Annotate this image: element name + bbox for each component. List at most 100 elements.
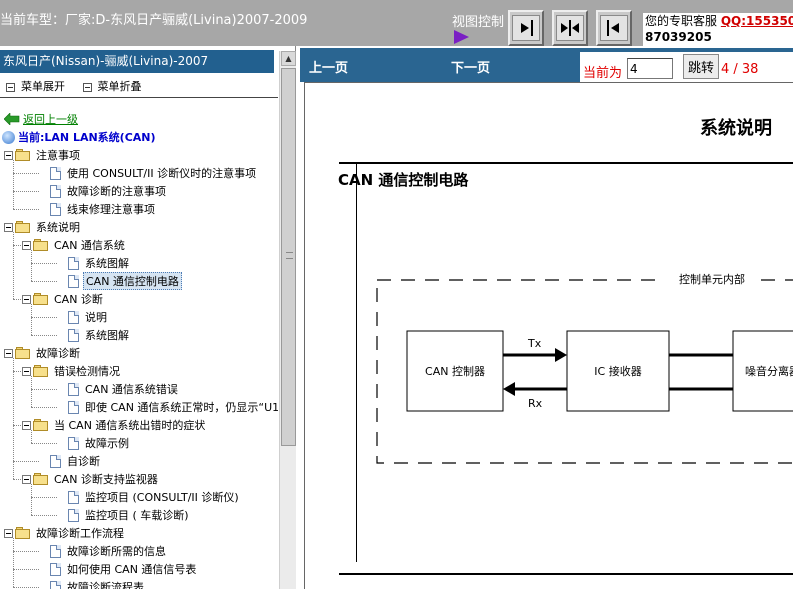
folder-icon [15,527,31,539]
tree-guide [13,358,14,479]
tree-folder[interactable]: 错误检测情况 [22,362,122,380]
tree-connector [13,245,21,246]
tree-folder[interactable]: CAN 通信系统 [22,236,127,254]
tree-connector [13,587,39,588]
current-node-label: 当前:LAN LAN系统(CAN) [18,131,156,144]
page-number-input[interactable] [627,58,673,79]
collapse-toggle-icon[interactable] [22,366,31,376]
app-window: 当前车型：厂家:D-东风日产骊威(Livina)2007-2009 视图控制 您… [0,0,793,589]
tree-item[interactable]: CAN 通信系统错误 [40,380,180,398]
tree-item-label: 线束修理注意事项 [67,203,155,216]
tree-item[interactable]: 即使 CAN 通信系统正常时，仍显示“U10 [40,398,278,416]
tree-connector [13,371,21,372]
tree-item-label: 故障诊断的注意事项 [67,185,166,198]
folder-icon [33,239,49,251]
tree-connector [31,407,57,408]
prev-page-link[interactable]: 上一页 [309,57,348,76]
jump-button[interactable]: 跳转 [683,54,719,79]
tree-connector [31,281,57,282]
tree-folder[interactable]: 故障诊断 [4,344,82,362]
tree-guide [13,232,14,299]
document-icon [68,274,79,288]
document-icon [68,328,79,342]
tree-folder[interactable]: CAN 诊断支持监视器 [22,470,160,488]
menu-collapse-label: 菜单折叠 [97,80,142,93]
tree-guide [31,430,32,443]
collapse-toggle-icon[interactable] [22,474,31,484]
tree-item[interactable]: 监控项目 (CONSULT/II 诊断仪) [40,488,241,506]
tree-folder[interactable]: 故障诊断工作流程 [4,524,126,542]
tree-item[interactable]: 监控项目 ( 车载诊断) [40,506,191,524]
folder-icon [33,365,49,377]
collapse-toggle-icon[interactable] [22,294,31,304]
tree-item-label: CAN 诊断支持监视器 [54,473,158,486]
document-icon [50,454,61,468]
collapse-toggle-icon[interactable] [4,150,13,160]
rx-arrowhead-icon [503,382,515,396]
menu-expand-label: 菜单展开 [21,80,65,93]
tree-guide [31,250,32,281]
tree-folder[interactable]: 系统说明 [4,218,82,236]
tree-item-label: 故障诊断所需的信息 [67,545,166,558]
folder-icon [33,419,49,431]
tree-folder[interactable]: 注意事项 [4,146,82,164]
tree-connector [13,569,39,570]
tree-item[interactable]: 故障诊断流程表 [22,578,146,589]
view-button-expand-left[interactable] [596,10,632,46]
tree-item-label: CAN 诊断 [54,293,103,306]
collapse-toggle-icon[interactable] [4,528,13,538]
qq-number-continued: 87039205 [645,30,712,44]
menu-collapse-button[interactable]: 菜单折叠 [79,76,142,98]
scroll-up-arrow-icon[interactable]: ▲ [281,51,296,66]
left-scrollbar[interactable]: ▲ [279,51,296,589]
tree-folder[interactable]: CAN 诊断 [22,290,105,308]
document-icon [50,184,61,198]
collapse-toggle-icon[interactable] [22,240,31,250]
tree-connector [13,551,39,552]
tree-item-label: 监控项目 ( 车载诊断) [85,509,189,522]
tree-item[interactable]: 故障诊断的注意事项 [22,182,168,200]
view-button-split-center[interactable] [552,10,588,46]
tree-item-label: 错误检测情况 [54,365,120,378]
tree-item[interactable]: 故障诊断所需的信息 [22,542,168,560]
tree-connector [31,317,57,318]
footer-rule [339,573,793,575]
vehicle-header: 东风日产(Nissan)-骊威(Livina)-2007 [0,50,274,73]
collapse-toggle-icon[interactable] [22,420,31,430]
tree-item-label: 系统图解 [85,257,129,270]
current-page-label: 当前为 [583,66,623,81]
tree-guide [31,484,32,515]
tree-item-label: 自诊断 [67,455,100,468]
tree-item-label: CAN 通信系统错误 [85,383,178,396]
menu-controls: 菜单展开 菜单折叠 [0,76,278,98]
tree-connector [13,479,21,480]
tree-item[interactable]: 如何使用 CAN 通信信号表 [22,560,198,578]
tree-item-label: 当 CAN 通信系统出错时的症状 [54,419,206,432]
menu-expand-button[interactable]: 菜单展开 [2,76,65,98]
tree-item[interactable]: 线束修理注意事项 [22,200,157,218]
collapse-toggle-icon[interactable] [4,348,13,358]
tree-item[interactable]: 使用 CONSULT/II 诊断仪时的注意事项 [22,164,258,182]
folder-icon [15,149,31,161]
service-text: 您的专职客服 [645,14,718,28]
tree-item-label: 系统说明 [36,221,80,234]
scroll-thumb[interactable] [281,68,296,446]
tree-connector [31,335,57,336]
can-circuit-diagram: 控制单元内部 CAN 控制器 IC 接收器 噪音分离器 Tx Rx [376,270,793,464]
back-link[interactable]: 返回上一级 [4,110,78,128]
tree-folder[interactable]: 当 CAN 通信系统出错时的症状 [22,416,207,434]
folder-icon [15,221,31,233]
region-label: 控制单元内部 [679,272,745,286]
can-controller-label: CAN 控制器 [425,364,485,378]
tree-item-label: 即使 CAN 通信系统正常时，仍显示“U10 [85,401,278,414]
folder-icon [15,347,31,359]
collapse-toggle-icon[interactable] [4,222,13,232]
folder-icon [33,473,49,485]
next-page-link[interactable]: 下一页 [451,57,490,76]
left-panel: 东风日产(Nissan)-骊威(Livina)-2007 菜单展开 菜单折叠 返… [0,46,296,589]
tree-item[interactable]: CAN 通信控制电路 [40,272,182,290]
tree-item-label: 故障诊断流程表 [67,581,144,589]
view-button-expand-right[interactable] [508,10,544,46]
tree-connector [13,461,39,462]
qq-link[interactable]: QQ:155350 [721,14,793,28]
